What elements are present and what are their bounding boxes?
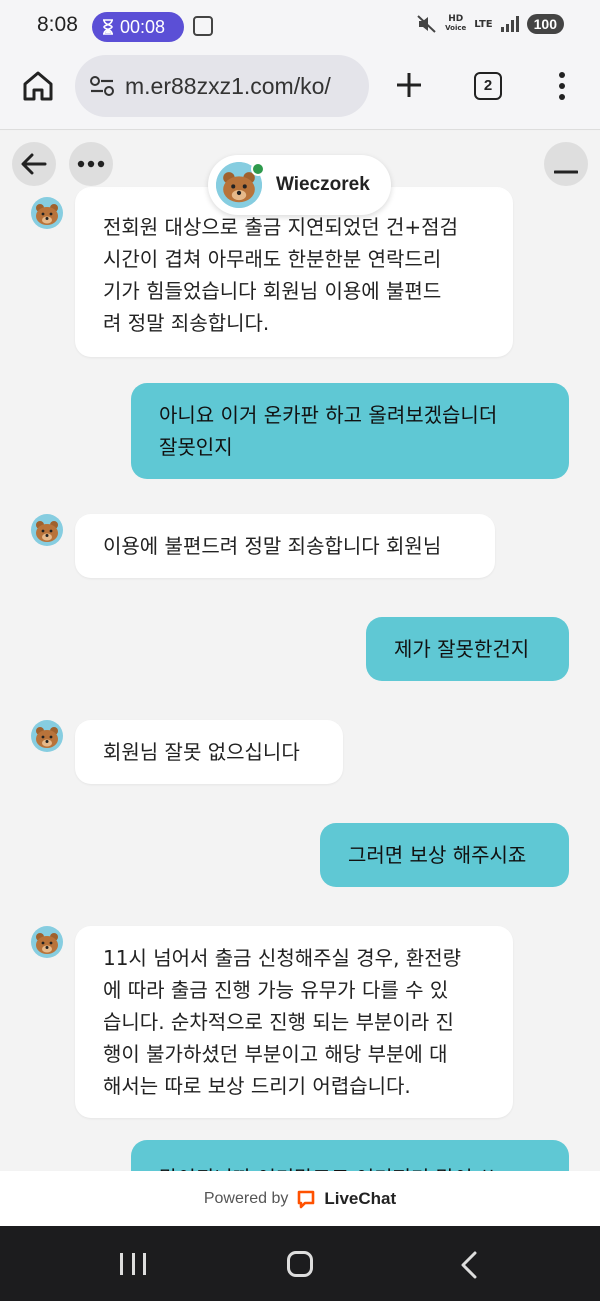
bear-avatar-icon [36,727,58,748]
lte-icon: LTE [474,18,493,30]
message-line: 시간이 겹쳐 아무래도 한분한분 연락드리 [103,247,442,271]
message-line: 습니다. 순차적으로 진행 되는 부분이라 진 [103,1010,454,1034]
livechat-logo-icon [298,1190,315,1208]
home-nav-icon[interactable] [287,1251,313,1277]
tab-switcher-button[interactable]: 2 [474,72,502,100]
hourglass-icon [103,19,113,35]
minimize-button[interactable] [544,142,588,186]
hd-label: HD [448,14,464,24]
message-line: 11시 넘어서 출금 신청해주실 경우, 환전량 [103,946,461,970]
clock: 8:08 [37,13,78,36]
livechat-brand: LiveChat [324,1188,397,1208]
message-line: 전회원 대상으로 출금 지연되었던 건+점검 [103,215,458,239]
url-bar[interactable]: m.er88zxz1.com/ko/ [75,55,369,117]
agent-message: 11시 넘어서 출금 신청해주실 경우, 환전량 에 따라 출금 진행 가능 유… [75,926,513,1118]
message-line: 그러면 보상 해주시죠 [348,843,527,867]
agent-message: 회원님 잘못 없으십니다 [75,720,343,784]
ellipsis-icon [77,160,105,168]
bear-avatar-icon [36,521,58,542]
bear-avatar-icon [36,933,58,954]
status-bar: 8:08 00:08 HD Voice LTE 100 [0,0,600,52]
message-line: 회원님 잘못 없으십니다 [103,740,300,764]
message-line: 이용에 불편드려 정말 죄송합니다 회원님 [103,534,442,558]
url-text: m.er88zxz1.com/ko/ [125,72,331,99]
message-line: 기가 힘들었습니다 회원님 이용에 불편드 [103,279,442,303]
screenshot-icon [193,16,213,36]
battery-icon: 100 [526,14,564,34]
agent-avatar [31,926,63,958]
minimize-icon [554,170,578,174]
more-menu-icon[interactable] [552,70,572,102]
online-status-indicator [251,162,265,176]
message-line: 행이 불가하셨던 부분이고 해당 부분에 대 [103,1042,448,1066]
home-icon[interactable] [20,68,56,104]
voice-label: Voice [445,24,467,32]
bear-avatar-icon [36,204,58,225]
recents-icon[interactable] [120,1253,146,1275]
powered-by-label: Powered by [203,1189,289,1207]
message-line: 려 정말 죄송합니다. [103,311,270,335]
more-options-button[interactable] [69,142,113,186]
timer-text: 00:08 [120,16,166,37]
timer-pill[interactable]: 00:08 [92,12,184,42]
browser-toolbar: m.er88zxz1.com/ko/ 2 [0,52,600,130]
system-nav-bar [0,1226,600,1301]
agent-avatar [216,162,265,208]
message-line: 잘못인지 [159,435,233,459]
agent-name: Wieczorek [276,174,370,195]
message-line: 해서는 따로 보상 드리기 어렵습니다. [103,1074,411,1098]
signal-icon [500,16,519,32]
chat-transcript[interactable]: 전회원 대상으로 출금 지연되었던 건+점검 시간이 겹쳐 아무래도 한분한분 … [0,131,600,1171]
new-tab-icon[interactable] [393,69,425,101]
hd-voice-icon: HD Voice [445,15,466,33]
message-line: 말이되니까 여기말고도 여기저기 많이 쓰 [159,1162,541,1171]
mute-icon [417,15,436,33]
agent-avatar [31,514,63,546]
agent-info-pill[interactable]: Wieczorek [208,155,391,215]
user-message: 제가 잘못한건지 [366,617,569,681]
user-message: 말이되니까 여기말고도 여기저기 많이 쓰 [131,1140,569,1171]
agent-avatar [31,720,63,752]
site-settings-icon[interactable] [89,75,115,97]
agent-message: 이용에 불편드려 정말 죄송합니다 회원님 [75,514,495,578]
user-message: 아니요 이거 온카판 하고 올려보겠습니더 잘못인지 [131,383,569,479]
powered-by-footer[interactable]: Powered by LiveChat [0,1171,600,1226]
back-nav-icon[interactable] [458,1251,482,1279]
message-line: 아니요 이거 온카판 하고 올려보겠습니더 [159,403,498,427]
user-message: 그러면 보상 해주시죠 [320,823,569,887]
back-button[interactable] [12,142,56,186]
arrow-left-icon [21,153,47,175]
agent-avatar [31,197,63,229]
message-line: 에 따라 출금 진행 가능 유무가 다를 수 있 [103,978,449,1002]
message-line: 제가 잘못한건지 [394,637,530,661]
status-icons: HD Voice LTE 100 [417,14,564,34]
